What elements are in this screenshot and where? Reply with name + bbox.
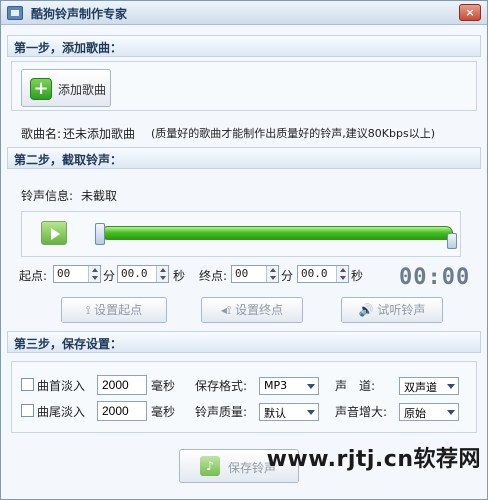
quality-select[interactable]: 默认: [259, 403, 319, 421]
step1-header: 第一步，添加歌曲：: [7, 35, 481, 57]
end-minute-value: 00: [235, 267, 249, 280]
play-button[interactable]: [41, 221, 67, 245]
fade-out-checkbox[interactable]: [21, 404, 34, 417]
chevron-down-icon: [447, 384, 455, 389]
stepper-arrows-icon[interactable]: [266, 266, 278, 282]
set-end-icon: ◂⟟: [220, 303, 236, 317]
end-second-unit: 秒: [351, 269, 364, 283]
chevron-down-icon: [307, 384, 315, 389]
end-handle[interactable]: [447, 233, 457, 249]
end-minute-stepper[interactable]: 00: [231, 265, 279, 283]
app-icon: [7, 6, 23, 20]
start-minute-unit: 分: [103, 269, 116, 283]
step2-header: 第二步，截取铃声：: [7, 147, 481, 169]
plus-icon: +: [30, 78, 52, 100]
start-minute-value: 00: [57, 267, 71, 280]
time-display: 00:00: [399, 265, 471, 290]
set-end-label: 设置终点: [235, 303, 284, 317]
end-label: 终点:: [199, 269, 228, 283]
format-select[interactable]: MP3: [259, 377, 319, 395]
fade-out-input[interactable]: 2000: [97, 401, 147, 421]
set-start-icon: ⟟: [85, 303, 95, 317]
title-bar[interactable]: 酷狗铃声制作专家 ×: [1, 1, 487, 25]
stepper-arrows-icon[interactable]: [88, 266, 100, 282]
add-song-label: 添加歌曲: [58, 83, 107, 97]
fade-in-label: 曲首淡入: [37, 379, 86, 393]
range-track[interactable]: [101, 226, 453, 240]
ringtone-info-label: 铃声信息:: [21, 189, 74, 203]
set-start-label: 设置起点: [94, 303, 143, 317]
start-second-stepper[interactable]: 00.0: [117, 265, 169, 283]
step3-header: 第三步，保存设置：: [7, 331, 481, 353]
quality-value: 默认: [264, 407, 286, 420]
channel-label: 声 道:: [335, 379, 376, 393]
format-value: MP3: [264, 379, 288, 392]
set-start-button[interactable]: ⟟ 设置起点: [61, 297, 167, 323]
speaker-icon: 🔊: [358, 303, 378, 317]
stepper-arrows-icon[interactable]: [156, 266, 168, 282]
channel-value: 双声道: [404, 381, 437, 394]
ringtone-info-value: 未截取: [81, 189, 118, 203]
boost-select[interactable]: 原始: [399, 403, 459, 421]
stepper-arrows-icon[interactable]: [336, 266, 348, 282]
window-title: 酷狗铃声制作专家: [31, 7, 128, 21]
fade-out-unit: 毫秒: [151, 405, 176, 419]
song-name-label: 歌曲名:: [21, 127, 62, 141]
main-window: 酷狗铃声制作专家 × 第一步，添加歌曲： + 添加歌曲 歌曲名: 还未添加歌曲 …: [0, 0, 488, 500]
quality-hint: (质量好的歌曲才能制作出质量好的铃声,建议80Kbps以上): [151, 127, 435, 140]
close-button[interactable]: ×: [459, 4, 481, 21]
preview-label: 试听铃声: [377, 303, 426, 317]
fade-in-unit: 毫秒: [151, 379, 176, 393]
start-minute-stepper[interactable]: 00: [53, 265, 101, 283]
start-label: 起点:: [19, 269, 48, 283]
music-note-icon: ♪: [200, 456, 220, 476]
preview-button[interactable]: 🔊 试听铃声: [341, 297, 443, 323]
format-label: 保存格式:: [195, 379, 248, 393]
fade-in-checkbox[interactable]: [21, 378, 34, 391]
start-second-value: 00.0: [121, 267, 148, 280]
start-second-unit: 秒: [173, 269, 186, 283]
fade-out-label: 曲尾淡入: [37, 405, 86, 419]
set-end-button[interactable]: ◂⟟ 设置终点: [201, 297, 303, 323]
quality-label: 铃声质量:: [195, 405, 248, 419]
chevron-down-icon: [307, 410, 315, 415]
start-handle[interactable]: [95, 223, 105, 245]
end-minute-unit: 分: [281, 269, 294, 283]
end-second-value: 00.0: [301, 267, 328, 280]
song-name-value: 还未添加歌曲: [63, 127, 136, 141]
boost-value: 原始: [404, 407, 426, 420]
watermark-text: www.rjtj.cn软荐网: [266, 447, 481, 472]
boost-label: 声音增大:: [335, 405, 388, 419]
add-song-button[interactable]: + 添加歌曲: [21, 69, 111, 107]
end-second-stepper[interactable]: 00.0: [297, 265, 349, 283]
channel-select[interactable]: 双声道: [399, 377, 459, 395]
save-settings-panel: [11, 361, 477, 433]
fade-in-input[interactable]: 2000: [97, 375, 147, 395]
chevron-down-icon: [447, 410, 455, 415]
